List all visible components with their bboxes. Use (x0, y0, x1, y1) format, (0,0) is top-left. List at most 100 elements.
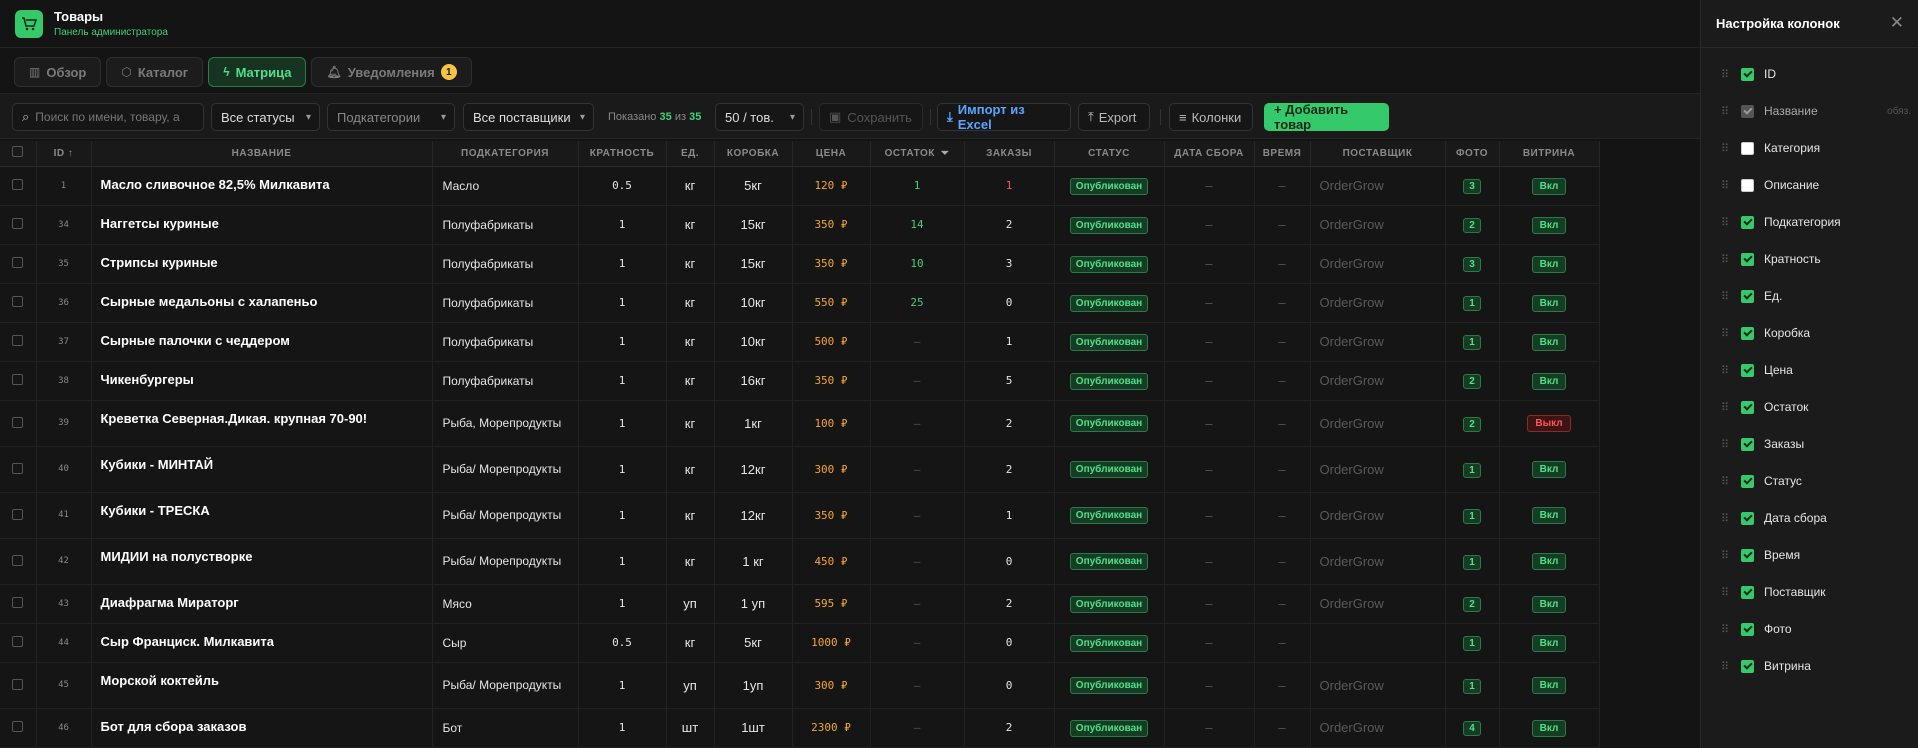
row-checkbox[interactable] (0, 244, 37, 284)
row-checkbox[interactable] (0, 166, 37, 206)
column-toggle-item[interactable]: ⠿ Заказы (1721, 434, 1911, 454)
cell-photo[interactable]: 2 (1445, 400, 1500, 447)
status-select[interactable]: Все статусы ▾ (211, 103, 320, 131)
cell-supplier[interactable]: OrderGrow (1310, 205, 1446, 245)
cell-multiplicity[interactable]: 1 (578, 584, 667, 624)
cell-unit[interactable]: кг (666, 538, 715, 585)
cell-unit[interactable]: кг (666, 283, 715, 323)
col-multiplicity[interactable]: КРАТНОСТЬ (578, 141, 667, 167)
cell-time[interactable]: – (1254, 244, 1311, 284)
drag-handle-icon[interactable]: ⠿ (1721, 253, 1735, 266)
cell-vitrina[interactable]: Вкл (1499, 322, 1600, 362)
table-row[interactable]: 35 Стрипсы куриные Полуфабрикаты 1 кг 15кг 350… (0, 244, 1600, 284)
cell-price[interactable]: 350 ₽ (792, 492, 871, 539)
cell-name[interactable]: Наггетсы куриные (91, 205, 433, 245)
cell-time[interactable]: – (1254, 584, 1311, 624)
cell-multiplicity[interactable]: 1 (578, 492, 667, 539)
cell-price[interactable]: 350 ₽ (792, 361, 871, 401)
select-all-checkbox[interactable] (0, 141, 37, 167)
cell-box[interactable]: 5кг (714, 623, 793, 663)
cell-status[interactable]: Опубликован (1054, 538, 1165, 585)
column-toggle-item[interactable]: ⠿ Статус (1721, 471, 1911, 491)
table-row[interactable]: 42 МИДИИ на полустворке Рыба/ Морепродукты… (0, 538, 1600, 585)
cell-photo[interactable]: 1 (1445, 322, 1500, 362)
cell-subcategory[interactable]: Бот (432, 708, 579, 748)
tab-notifications[interactable]: 🔔︎ Уведомления 1 (311, 57, 472, 87)
cell-name[interactable]: Масло сливочное 82,5% Милкавита (91, 166, 433, 206)
cell-stock[interactable]: — (870, 361, 965, 401)
cell-unit[interactable]: уп (666, 584, 715, 624)
cell-supplier[interactable]: OrderGrow (1310, 662, 1446, 709)
column-checkbox[interactable] (1741, 141, 1754, 155)
import-excel-button[interactable]: ⤓ Импорт из Excel (937, 102, 1071, 132)
cell-multiplicity[interactable]: 0.5 (578, 166, 667, 206)
cell-box[interactable]: 5кг (714, 166, 793, 206)
cell-vitrina[interactable]: Вкл (1499, 584, 1600, 624)
cell-date[interactable]: – (1164, 400, 1255, 447)
cell-vitrina[interactable]: Вкл (1499, 662, 1600, 709)
column-toggle-item[interactable]: ⠿ Категория (1721, 138, 1911, 158)
cell-supplier[interactable] (1310, 623, 1446, 663)
cell-time[interactable]: – (1254, 361, 1311, 401)
cell-multiplicity[interactable]: 0.5 (578, 623, 667, 663)
col-supplier[interactable]: ПОСТАВЩИК (1310, 141, 1446, 167)
cell-photo[interactable]: 3 (1445, 166, 1500, 206)
drag-handle-icon[interactable]: ⠿ (1721, 364, 1735, 377)
cell-vitrina[interactable]: Вкл (1499, 708, 1600, 748)
cell-time[interactable]: – (1254, 708, 1311, 748)
column-toggle-item[interactable]: ⠿ Коробка (1721, 323, 1911, 343)
cell-status[interactable]: Опубликован (1054, 205, 1165, 245)
row-checkbox[interactable] (0, 708, 37, 748)
drag-handle-icon[interactable]: ⠿ (1721, 660, 1735, 673)
cell-stock[interactable]: — (870, 584, 965, 624)
column-checkbox[interactable] (1741, 659, 1754, 673)
table-row[interactable]: 38 Чикенбургеры Полуфабрикаты 1 кг 16кг 350 ₽ —… (0, 361, 1600, 401)
cell-unit[interactable]: кг (666, 361, 715, 401)
column-checkbox[interactable] (1741, 400, 1754, 414)
row-checkbox[interactable] (0, 322, 37, 362)
cell-date[interactable]: – (1164, 492, 1255, 539)
cell-subcategory[interactable]: Рыба/ Морепродукты (432, 446, 579, 493)
cell-time[interactable]: – (1254, 166, 1311, 206)
cell-date[interactable]: – (1164, 538, 1255, 585)
cell-vitrina[interactable]: Вкл (1499, 538, 1600, 585)
column-checkbox[interactable] (1741, 511, 1754, 525)
save-button[interactable]: ▣ Сохранить (819, 103, 923, 131)
cell-multiplicity[interactable]: 1 (578, 400, 667, 447)
cell-name[interactable]: Диафрагма Мираторг (91, 584, 433, 624)
col-id[interactable]: ID ↑ (36, 141, 92, 167)
drag-handle-icon[interactable]: ⠿ (1721, 327, 1735, 340)
row-checkbox[interactable] (0, 400, 37, 447)
cell-name[interactable]: Креветка Северная.Дикая. крупная 70-90! (91, 400, 433, 447)
table-row[interactable]: 34 Наггетсы куриные Полуфабрикаты 1 кг 15кг 35… (0, 205, 1600, 245)
cell-supplier[interactable]: OrderGrow (1310, 708, 1446, 748)
cell-price[interactable]: 2300 ₽ (792, 708, 871, 748)
cell-name[interactable]: Сырные палочки с чеддером (91, 322, 433, 362)
column-toggle-item[interactable]: ⠿ Остаток (1721, 397, 1911, 417)
cell-price[interactable]: 300 ₽ (792, 662, 871, 709)
cell-date[interactable]: – (1164, 244, 1255, 284)
cell-name[interactable]: Сыр Франциск. Милкавита (91, 623, 433, 663)
cell-subcategory[interactable]: Сыр (432, 623, 579, 663)
cell-status[interactable]: Опубликован (1054, 244, 1165, 284)
cell-multiplicity[interactable]: 1 (578, 244, 667, 284)
col-orders[interactable]: ЗАКАЗЫ (964, 141, 1055, 167)
col-date[interactable]: ДАТА СБОРА (1164, 141, 1255, 167)
row-checkbox[interactable] (0, 538, 37, 585)
cell-vitrina[interactable]: Вкл (1499, 623, 1600, 663)
cell-date[interactable]: – (1164, 623, 1255, 663)
cell-box[interactable]: 12кг (714, 492, 793, 539)
cell-supplier[interactable]: OrderGrow (1310, 244, 1446, 284)
cell-vitrina[interactable]: Вкл (1499, 492, 1600, 539)
vitrina-toggle[interactable]: Вкл (1531, 177, 1567, 195)
cell-vitrina[interactable]: Вкл (1499, 446, 1600, 493)
cell-status[interactable]: Опубликован (1054, 400, 1165, 447)
tab-overview[interactable]: ▥ Обзор (14, 57, 102, 87)
col-name[interactable]: НАЗВАНИЕ (91, 141, 433, 167)
col-vitrina[interactable]: ВИТРИНА (1499, 141, 1600, 167)
cell-box[interactable]: 1 уп (714, 584, 793, 624)
supplier-select[interactable]: Все поставщики ▾ (463, 103, 594, 131)
col-photo[interactable]: ФОТО (1445, 141, 1500, 167)
cell-price[interactable]: 300 ₽ (792, 446, 871, 493)
cell-name[interactable]: Стрипсы куриные (91, 244, 433, 284)
